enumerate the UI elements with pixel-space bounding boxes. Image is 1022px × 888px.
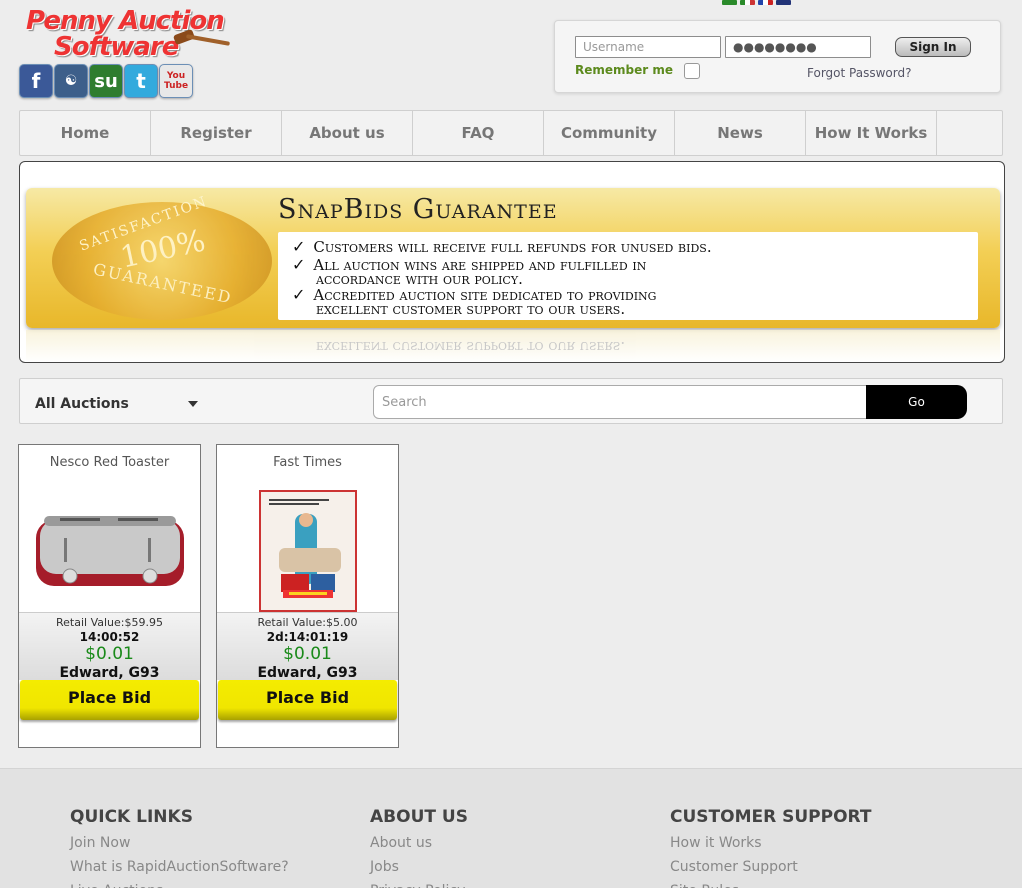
footer-about-us: ABOUT US About us Jobs Privacy Policy [370, 807, 468, 888]
footer-heading: CUSTOMER SUPPORT [670, 807, 872, 827]
satisfaction-seal: SATISFACTION 100% GUARANTEED [52, 193, 272, 320]
place-bid-button[interactable]: Place Bid [218, 680, 397, 720]
footer-heading: QUICK LINKS [70, 807, 193, 827]
forgot-password-link[interactable]: Forgot Password? [807, 66, 911, 80]
auction-image[interactable] [19, 489, 200, 613]
footer-link-customer-support[interactable]: Customer Support [670, 855, 871, 879]
auction-title[interactable]: Fast Times [217, 455, 398, 470]
auction-info: Retail Value:$5.00 2d:14:01:19 $0.01 Edw… [217, 612, 398, 681]
auction-timer: 2d:14:01:19 [266, 630, 349, 644]
footer-heading: ABOUT US [370, 807, 468, 827]
footer-link-join-now[interactable]: Join Now [70, 831, 289, 855]
gavel-icon [173, 29, 230, 46]
auction-price: $0.01 [283, 644, 332, 664]
last-bidder: Edward, G93 [257, 665, 358, 681]
flag-brazil-icon[interactable] [722, 0, 737, 5]
banner-image: SATISFACTION 100% GUARANTEED SnapBids Gu… [26, 188, 1000, 328]
filter-bar: All Auctions Go [19, 378, 1003, 424]
auction-card: Nesco Red Toaster Retail Value:$59.95 14… [18, 444, 201, 748]
social-links: f ☯ su t You Tube [19, 64, 193, 98]
check-icon: ✓ [292, 237, 306, 256]
banner-line: ✓ Customers will receive full refunds for… [292, 237, 712, 256]
login-box: Sign In Remember me Forgot Password? [554, 20, 1001, 93]
last-bidder: Edward, G93 [59, 665, 160, 681]
stumbleupon-icon[interactable]: su [89, 64, 123, 98]
sign-in-button[interactable]: Sign In [895, 37, 971, 57]
place-bid-button[interactable]: Place Bid [20, 680, 199, 720]
logo-text-line2: Software [54, 32, 179, 62]
flag-italy-icon[interactable] [740, 0, 755, 5]
retail-value: Retail Value:$59.95 [56, 616, 163, 629]
youtube-icon[interactable]: You Tube [159, 64, 193, 98]
footer-quick-links: QUICK LINKS Join Now What is RapidAuctio… [70, 807, 289, 888]
facebook-icon[interactable]: f [19, 64, 53, 98]
language-flags [722, 0, 791, 5]
main-nav: Home Register About us FAQ Community New… [19, 110, 1003, 156]
check-icon: ✓ [292, 285, 306, 304]
guarantee-banner: SATISFACTION 100% GUARANTEED SnapBids Gu… [19, 161, 1005, 363]
site-logo[interactable]: Penny Auction Software [22, 4, 232, 64]
footer-link-jobs[interactable]: Jobs [370, 855, 468, 879]
auction-price: $0.01 [85, 644, 134, 664]
nav-faq[interactable]: FAQ [413, 111, 544, 155]
auction-card: Fast Times Retail Value:$5.00 2d:14:01:1… [216, 444, 399, 748]
site-footer: QUICK LINKS Join Now What is RapidAuctio… [0, 768, 1022, 888]
username-input[interactable] [575, 36, 721, 58]
banner-panel: ✓ Customers will receive full refunds for… [278, 232, 978, 320]
retail-value: Retail Value:$5.00 [257, 616, 358, 629]
footer-link-privacy-policy[interactable]: Privacy Policy [370, 879, 468, 888]
banner-title: SnapBids Guarantee [278, 194, 558, 225]
auction-info: Retail Value:$59.95 14:00:52 $0.01 Edwar… [19, 612, 200, 681]
movie-poster-image [258, 490, 357, 612]
password-input[interactable] [725, 36, 871, 58]
footer-link-how-it-works[interactable]: How it Works [670, 831, 871, 855]
nav-news[interactable]: News [675, 111, 806, 155]
go-button[interactable]: Go [866, 385, 967, 419]
nav-community[interactable]: Community [544, 111, 675, 155]
search-input[interactable] [373, 385, 867, 419]
twitter-icon[interactable]: t [124, 64, 158, 98]
flag-uk-icon[interactable] [776, 0, 791, 5]
flag-france-icon[interactable] [758, 0, 773, 5]
banner-line: excellent customer support to our users. [316, 300, 626, 318]
nav-register[interactable]: Register [151, 111, 282, 155]
category-select[interactable]: All Auctions [35, 396, 129, 412]
toaster-image [35, 516, 184, 586]
remember-me-checkbox[interactable] [684, 63, 700, 79]
nav-home[interactable]: Home [20, 111, 151, 155]
footer-link-what-is[interactable]: What is RapidAuctionSoftware? [70, 855, 289, 879]
banner-reflection: excellent customer support to our users. [26, 330, 1000, 362]
footer-link-site-rules[interactable]: Site Rules [670, 879, 871, 888]
check-icon: ✓ [292, 255, 306, 274]
remember-me-label: Remember me [575, 63, 673, 77]
footer-customer-support: CUSTOMER SUPPORT How it Works Customer S… [670, 807, 871, 888]
auction-timer: 14:00:52 [79, 630, 140, 644]
banner-line: accordance with our policy. [316, 270, 523, 288]
auction-title[interactable]: Nesco Red Toaster [19, 455, 200, 470]
nav-about-us[interactable]: About us [282, 111, 413, 155]
auction-image[interactable] [217, 489, 398, 613]
nav-how-it-works[interactable]: How It Works [806, 111, 937, 155]
footer-link-live-auctions[interactable]: Live Auctions [70, 879, 289, 888]
myspace-icon[interactable]: ☯ [54, 64, 88, 98]
nav-empty[interactable] [937, 111, 1002, 155]
chevron-down-icon[interactable] [188, 401, 198, 407]
footer-link-about-us[interactable]: About us [370, 831, 468, 855]
